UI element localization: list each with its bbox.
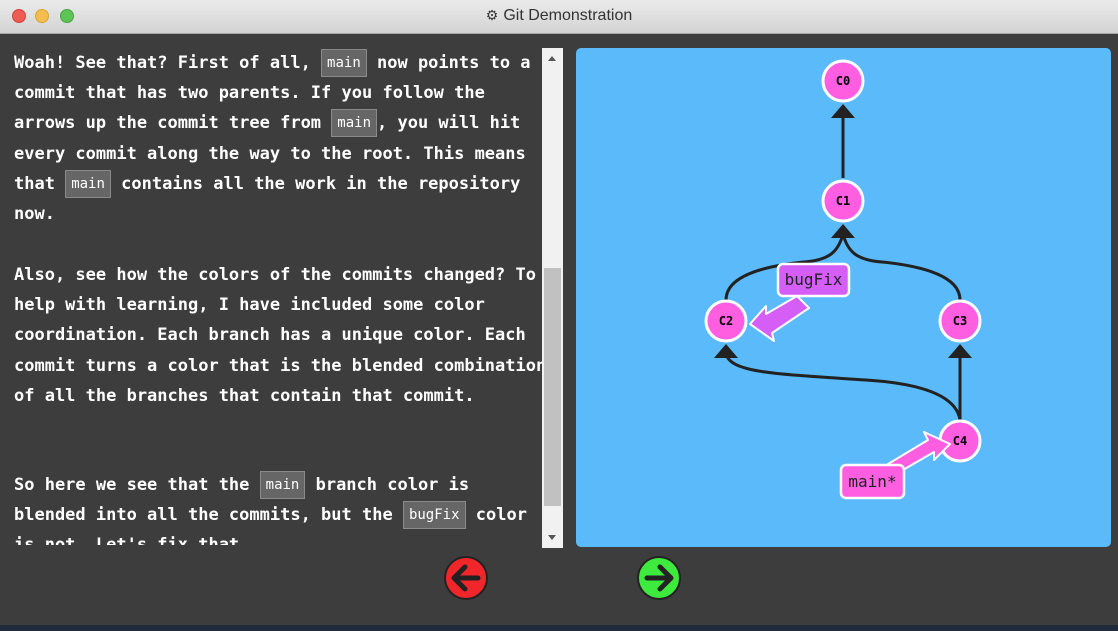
commit-c4[interactable]: C4 [938, 419, 982, 463]
bugfix-label: bugFix [785, 270, 843, 289]
branch-code-main: main [321, 49, 367, 77]
git-graph-visualization: C0 C1 C2 C3 C4 bugFix main* [576, 48, 1111, 547]
dialog-text-pane[interactable]: Woah! See that? First of all, main now p… [0, 35, 545, 545]
forward-button[interactable] [637, 556, 681, 600]
window-title: ⚙ Git Demonstration [0, 7, 1118, 25]
text-span: So here we see that the [14, 475, 260, 495]
commit-label: C0 [836, 74, 850, 88]
scroll-up-arrow-icon[interactable] [542, 48, 563, 68]
paragraph-2: Also, see how the colors of the commits … [14, 265, 545, 406]
window-title-text: Git Demonstration [503, 7, 633, 24]
text-span: Woah! See that? First of all, [14, 53, 322, 73]
git-graph-svg: C0 C1 C2 C3 C4 bugFix main* [576, 48, 1111, 547]
commit-label: C1 [836, 194, 850, 208]
paragraph-1: Woah! See that? First of all, main now p… [0, 48, 545, 229]
commit-c3[interactable]: C3 [938, 299, 982, 343]
commit-c1[interactable]: C1 [821, 179, 865, 223]
commit-label: C2 [719, 314, 733, 328]
scroll-down-arrow-icon[interactable] [542, 528, 563, 548]
branch-code-main: main [65, 169, 111, 198]
commit-label: C3 [953, 314, 967, 328]
text-scrollbar[interactable] [542, 48, 563, 548]
main-label: main* [848, 472, 896, 491]
branch-code-main: main [259, 471, 306, 499]
back-button[interactable] [444, 556, 488, 600]
commit-c0[interactable]: C0 [821, 59, 865, 103]
commit-c2[interactable]: C2 [704, 299, 748, 343]
window-bottom-edge [0, 625, 1118, 631]
commit-label: C4 [953, 434, 967, 448]
gear-icon: ⚙ [485, 7, 499, 23]
branch-code-main: main [331, 109, 377, 138]
title-bar: ⚙ Git Demonstration [0, 0, 1118, 34]
paragraph-3: So here we see that the main branch colo… [0, 470, 545, 545]
scrollbar-thumb[interactable] [544, 268, 561, 506]
arrow-right-icon [637, 556, 681, 600]
arrow-left-icon [444, 556, 488, 600]
branch-code-bugfix: bugFix [402, 501, 466, 530]
